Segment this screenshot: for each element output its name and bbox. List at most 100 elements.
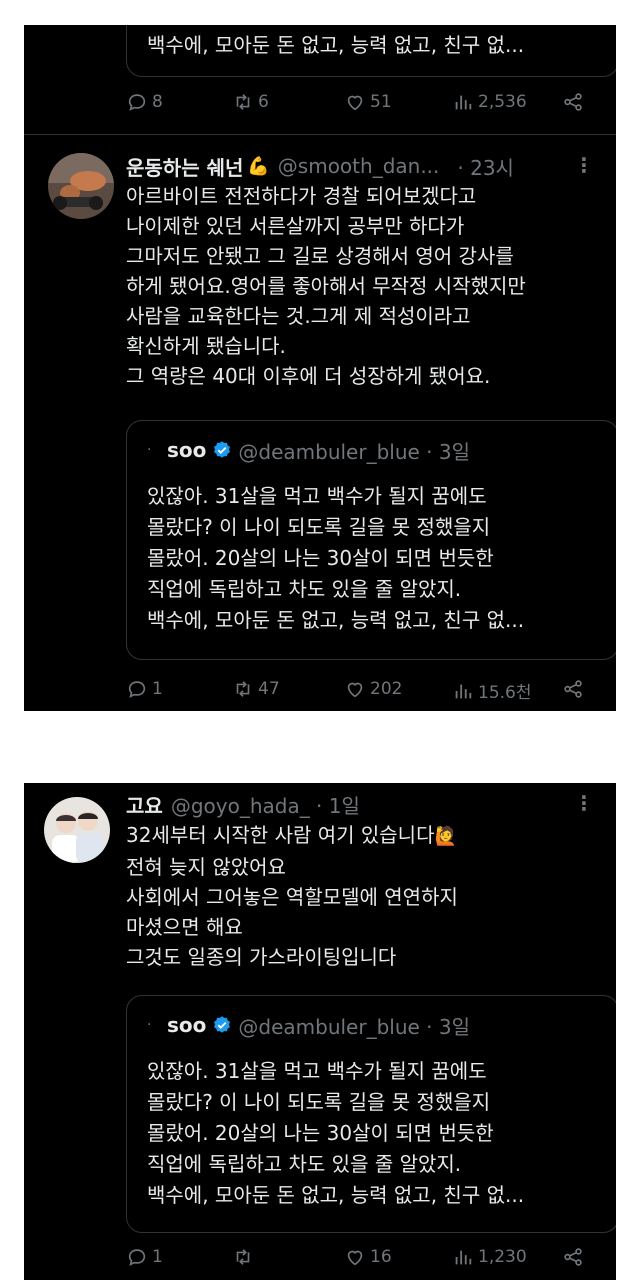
reply-button[interactable]: 1 xyxy=(126,678,163,700)
tweet2-text: 32세부터 시작한 사람 여기 있습니다🙋 전혀 늦지 않았어요 사회에서 그어… xyxy=(126,820,458,972)
raising-hand-icon: 🙋 xyxy=(434,826,457,847)
reply-icon xyxy=(128,94,146,111)
timestamp[interactable]: · 23시 xyxy=(457,152,514,181)
display-name[interactable]: 고요 xyxy=(126,790,163,819)
quote-text-line: 있잖아. 31살을 먹고 백수가 될지 꿈에도 xyxy=(147,484,487,508)
views-icon xyxy=(455,684,472,698)
quoted-display-name: soo xyxy=(167,438,207,462)
reply-count: 8 xyxy=(152,92,163,112)
quote-text-line: 직업에 독립하고 차도 있을 줄 알았지. xyxy=(147,577,462,601)
retweet-count: 6 xyxy=(258,92,269,112)
tweet-text-line: 마셨으면 해요 xyxy=(126,915,243,939)
views-button[interactable]: 2,536 xyxy=(452,91,527,113)
tweet2-actions: 1 16 1,230 xyxy=(126,1246,596,1274)
retweet-button[interactable]: 6 xyxy=(232,91,269,113)
tweet-text-line: 하게 됐어요.영어를 좋아해서 무작정 시작했지만 xyxy=(126,274,526,298)
quoted-tweet-card[interactable]: · soo @deambuler_blue · 3일 있잖아. 31살을 먹고 … xyxy=(126,995,616,1233)
tweet-text-line: 그 역량은 40대 이후에 더 성장하게 됐어요. xyxy=(126,364,491,388)
quoted-handle: @deambuler_blue · 3일 xyxy=(238,1014,471,1039)
share-button[interactable] xyxy=(562,678,584,700)
quote-text-line: 백수에, 모아둔 돈 없고, 능력 없고, 친구 없... xyxy=(147,608,525,632)
heart-icon xyxy=(347,1250,363,1266)
verified-badge-icon xyxy=(214,1016,231,1033)
views-count: 2,536 xyxy=(478,92,527,112)
tweet-text-line: 전혀 늦지 않았어요 xyxy=(126,855,286,879)
retweet-icon xyxy=(236,1249,250,1265)
like-count: 51 xyxy=(370,92,392,112)
user-handle[interactable]: @smooth_dan... xyxy=(278,154,440,178)
quoted-avatar-icon: · xyxy=(147,1017,152,1033)
views-count: 1,230 xyxy=(478,1247,527,1267)
like-button[interactable]: 51 xyxy=(344,91,392,113)
quote-text-line: 몰랐어. 20살의 나는 30살이 되면 번듯한 xyxy=(147,1121,494,1145)
tweet-text-line: 32세부터 시작한 사람 여기 있습니다🙋 xyxy=(126,820,458,852)
tweet1-header: 운동하는 쉐넌 💪 @smooth_dan... · 23시 xyxy=(126,151,514,181)
user-handle[interactable]: @goyo_hada_ · 1일 xyxy=(171,790,360,819)
quoted-tweet-header: · soo @deambuler_blue · 3일 xyxy=(147,435,470,465)
quote-text-line: 백수에, 모아둔 돈 없고, 능력 없고, 친구 없... xyxy=(147,1183,525,1207)
quote-text-line: 몰랐어. 20살의 나는 30살이 되면 번듯한 xyxy=(147,546,494,570)
quoted-tweet-card[interactable]: · soo @deambuler_blue · 3일 있잖아. 31살을 먹고 … xyxy=(126,420,616,660)
more-options-icon[interactable]: ⋮ xyxy=(574,153,594,177)
previous-quote-card[interactable]: 백수에, 모아둔 돈 없고, 능력 없고, 친구 없... xyxy=(126,25,616,77)
tweet-text-line: 나이제한 있던 서른살까지 공부만 하다가 xyxy=(126,214,465,238)
quoted-avatar-icon: · xyxy=(147,442,152,458)
tweet-text-line: 아르바이트 전전하다가 경찰 되어보겠다고 xyxy=(126,184,477,208)
tweet-text-line: 그마저도 안됐고 그 길로 상경해서 영어 강사를 xyxy=(126,244,514,268)
retweet-icon xyxy=(236,681,250,697)
previous-tweet-actions: 8 6 51 2,536 xyxy=(126,91,596,119)
tweet-panel-2: 고요 @goyo_hada_ · 1일 ⋮ 32세부터 시작한 사람 여기 있습… xyxy=(24,783,616,1280)
flexed-biceps-icon: 💪 xyxy=(247,155,270,177)
quote-text-line: 몰랐다? 이 나이 되도록 길을 못 정했을지 xyxy=(147,1090,491,1114)
share-button[interactable] xyxy=(562,91,584,113)
share-icon xyxy=(564,1248,582,1266)
more-options-icon[interactable]: ⋮ xyxy=(574,791,594,815)
tweet-text-line: 사람을 교육한다는 것.그게 제 적성이라고 xyxy=(126,304,471,328)
quote-text-line: 직업에 독립하고 차도 있을 줄 알았지. xyxy=(147,1152,462,1176)
reply-count: 1 xyxy=(152,1247,163,1267)
share-icon xyxy=(564,680,582,698)
reply-button[interactable]: 1 xyxy=(126,1246,163,1268)
views-count: 15.6천 xyxy=(478,683,532,703)
quote-text-line: 몰랐다? 이 나이 되도록 길을 못 정했을지 xyxy=(147,515,491,539)
display-name[interactable]: 운동하는 쉐넌 xyxy=(126,152,243,181)
tweet1-text: 아르바이트 전전하다가 경찰 되어보겠다고 나이제한 있던 서른살까지 공부만 … xyxy=(126,181,526,391)
retweet-button[interactable]: 47 xyxy=(232,678,280,700)
reply-button[interactable]: 8 xyxy=(126,91,163,113)
tweet-text-line: 확신하게 됐습니다. xyxy=(126,334,286,358)
retweet-count: 47 xyxy=(258,679,280,699)
views-button[interactable]: 15.6천 xyxy=(452,678,532,703)
verified-badge-icon xyxy=(214,441,231,458)
retweet-button[interactable] xyxy=(232,1246,258,1268)
tweet-text-line: 그것도 일종의 가스라이팅입니다 xyxy=(126,945,397,969)
views-button[interactable]: 1,230 xyxy=(452,1246,527,1268)
avatar-image xyxy=(44,797,110,863)
avatar-shannon[interactable] xyxy=(48,153,114,219)
like-count: 16 xyxy=(370,1247,392,1267)
quoted-tweet-text: 있잖아. 31살을 먹고 백수가 될지 꿈에도 몰랐다? 이 나이 되도록 길을… xyxy=(147,481,524,636)
reply-icon xyxy=(128,681,146,698)
views-icon xyxy=(455,95,472,110)
reply-count: 1 xyxy=(152,679,163,699)
share-icon xyxy=(564,93,582,111)
share-button[interactable] xyxy=(562,1246,584,1268)
views-icon xyxy=(455,1250,472,1265)
divider xyxy=(24,134,616,135)
tweet1-actions: 1 47 202 15.6천 xyxy=(126,678,596,706)
tweet-text-segment: 32세부터 시작한 사람 여기 있습니다 xyxy=(126,823,435,847)
heart-icon xyxy=(347,682,363,698)
like-count: 202 xyxy=(370,679,403,699)
previous-quote-text: 백수에, 모아둔 돈 없고, 능력 없고, 친구 없... xyxy=(147,33,525,57)
tweet-text-line: 사회에서 그어놓은 역할모델에 연연하지 xyxy=(126,885,458,909)
avatar-goyo[interactable] xyxy=(44,797,110,863)
reply-icon xyxy=(128,1249,146,1266)
quoted-tweet-header: · soo @deambuler_blue · 3일 xyxy=(147,1010,470,1040)
quoted-handle: @deambuler_blue · 3일 xyxy=(238,439,471,464)
like-button[interactable]: 202 xyxy=(344,678,402,700)
like-button[interactable]: 16 xyxy=(344,1246,392,1268)
retweet-icon xyxy=(236,94,250,110)
tweet-panel-1: 백수에, 모아둔 돈 없고, 능력 없고, 친구 없... 8 6 51 2,5… xyxy=(24,25,616,711)
quoted-display-name: soo xyxy=(167,1013,207,1037)
tweet2-header: 고요 @goyo_hada_ · 1일 xyxy=(126,789,360,819)
quote-text-line: 있잖아. 31살을 먹고 백수가 될지 꿈에도 xyxy=(147,1059,487,1083)
